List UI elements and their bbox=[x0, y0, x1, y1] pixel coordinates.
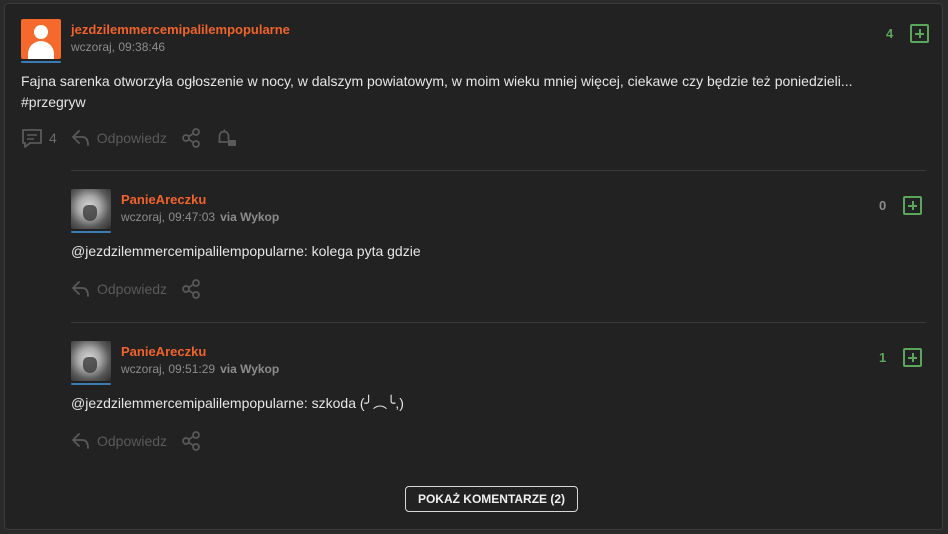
post-tag[interactable]: #przegryw bbox=[21, 94, 86, 110]
post-upvote-button[interactable] bbox=[910, 24, 929, 43]
comment-upvote-button[interactable] bbox=[903, 348, 922, 367]
comment-actions: Odpowiedz bbox=[71, 279, 215, 299]
post-score: 4 bbox=[886, 26, 894, 41]
default-user-icon bbox=[21, 19, 61, 59]
comment-score: 1 bbox=[879, 350, 887, 365]
comment-content: @jezdzilemmercemipalilempopularne: koleg… bbox=[71, 241, 421, 262]
comment-text: szkoda (╯︵╰,) bbox=[307, 395, 404, 411]
share-icon bbox=[181, 128, 201, 148]
comment-mention[interactable]: @jezdzilemmercemipalilempopularne: bbox=[71, 395, 308, 411]
reply-button[interactable]: Odpowiedz bbox=[71, 432, 167, 450]
divider bbox=[71, 322, 926, 323]
comment-source: via Wykop bbox=[220, 210, 280, 224]
post-text: Fajna sarenka otworzyła ogłoszenie w noc… bbox=[21, 73, 853, 89]
comment-username[interactable]: PanieAreczku bbox=[121, 344, 206, 359]
reply-icon bbox=[71, 129, 91, 147]
share-icon bbox=[181, 431, 201, 451]
divider bbox=[71, 170, 926, 171]
comments-icon bbox=[21, 128, 43, 148]
comment-mention[interactable]: @jezdzilemmercemipalilempopularne: bbox=[71, 243, 308, 259]
comment-avatar[interactable] bbox=[71, 189, 111, 233]
post-actions: 4 Odpowiedz bbox=[21, 128, 251, 148]
post-timestamp[interactable]: wczoraj, 09:38:46 bbox=[71, 40, 165, 54]
post-username[interactable]: jezdzilemmercemipalilempopularne bbox=[71, 22, 290, 37]
comment-content: @jezdzilemmercemipalilempopularne: szkod… bbox=[71, 393, 404, 414]
share-button[interactable] bbox=[181, 128, 201, 148]
comments-count-button[interactable]: 4 bbox=[21, 128, 57, 148]
user-photo bbox=[71, 189, 111, 229]
reply-button[interactable]: Odpowiedz bbox=[71, 280, 167, 298]
comments-count: 4 bbox=[49, 130, 57, 146]
reply-label: Odpowiedz bbox=[97, 281, 168, 297]
reply-icon bbox=[71, 432, 91, 450]
reply-label: Odpowiedz bbox=[97, 433, 168, 449]
notify-button[interactable] bbox=[215, 128, 237, 148]
post-content: Fajna sarenka otworzyła ogłoszenie w noc… bbox=[21, 71, 921, 113]
reply-label: Odpowiedz bbox=[96, 130, 167, 146]
comment-actions: Odpowiedz bbox=[71, 431, 215, 451]
comment-source: via Wykop bbox=[220, 362, 280, 376]
entry-card: jezdzilemmercemipalilempopularne wczoraj… bbox=[4, 3, 943, 530]
comment-meta: wczoraj, 09:51:29 via Wykop bbox=[121, 362, 279, 376]
comment-avatar[interactable] bbox=[71, 341, 111, 385]
bell-icon bbox=[215, 128, 237, 148]
comment-text: kolega pyta gdzie bbox=[307, 243, 421, 259]
comment-upvote-button[interactable] bbox=[903, 196, 922, 215]
show-comments-button[interactable]: POKAŻ KOMENTARZE (2) bbox=[405, 486, 578, 512]
reply-icon bbox=[71, 280, 91, 298]
share-button[interactable] bbox=[181, 279, 201, 299]
post-avatar[interactable] bbox=[21, 19, 61, 63]
share-button[interactable] bbox=[181, 431, 201, 451]
comment-timestamp[interactable]: wczoraj, 09:51:29 bbox=[121, 362, 215, 376]
comment-timestamp[interactable]: wczoraj, 09:47:03 bbox=[121, 210, 215, 224]
user-photo bbox=[71, 341, 111, 381]
comment-score: 0 bbox=[879, 198, 887, 213]
reply-button[interactable]: Odpowiedz bbox=[71, 129, 167, 147]
share-icon bbox=[181, 279, 201, 299]
comment-meta: wczoraj, 09:47:03 via Wykop bbox=[121, 210, 279, 224]
comment-username[interactable]: PanieAreczku bbox=[121, 192, 206, 207]
